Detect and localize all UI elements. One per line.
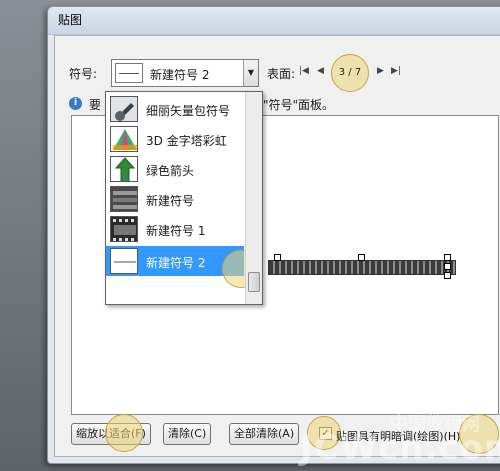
list-item-label: 新建符号 2 bbox=[146, 256, 206, 270]
fit-button-highlight bbox=[105, 414, 143, 452]
list-item-label: 新建符号 1 bbox=[146, 224, 206, 238]
green-arrow-icon bbox=[110, 156, 138, 182]
stripes-icon bbox=[110, 186, 138, 212]
last-page-icon[interactable]: ▶| bbox=[391, 66, 401, 76]
dialog-titlebar: 贴图 bbox=[48, 7, 500, 35]
next-page-icon[interactable]: ▶ bbox=[377, 66, 384, 76]
info-text-left: 要 bbox=[89, 98, 102, 112]
page-counter-highlight: 3 / 7 bbox=[331, 54, 369, 92]
list-item-label: 新建符号 bbox=[146, 194, 195, 208]
list-item[interactable]: 3D 金字塔彩虹 bbox=[106, 124, 244, 154]
watermark-latin: JCWcn.com bbox=[300, 428, 500, 468]
info-text-right: "符号"面板。 bbox=[263, 98, 335, 112]
symbol-selected-text: 新建符号 2 bbox=[150, 68, 210, 82]
list-item[interactable]: 新建符号 1 bbox=[106, 214, 244, 244]
selection-handle[interactable] bbox=[358, 254, 365, 261]
surface-label: 表面: bbox=[267, 67, 296, 81]
texture-dialog: 贴图 符号: 新建符号 2 ▼ 表面: |◀ ◀ 3 / 7 ▶ ▶| i 要 … bbox=[47, 6, 500, 464]
page-counter: 3 / 7 bbox=[338, 67, 362, 78]
texture-strip[interactable] bbox=[268, 260, 456, 275]
symbol-dropdown-list[interactable]: 细丽矢量包符号 3D 金字塔彩虹 绿色箭头 新建符号 新建符号 1 新建符号 2 bbox=[105, 91, 263, 305]
symbol-swatch bbox=[115, 63, 143, 83]
dropdown-scrollbar[interactable] bbox=[245, 92, 262, 304]
filmstrip-icon bbox=[110, 216, 138, 242]
list-item[interactable]: 新建符号 bbox=[106, 184, 244, 214]
prev-page-icon[interactable]: ◀ bbox=[317, 66, 324, 76]
selection-handle[interactable] bbox=[444, 272, 451, 279]
list-item-label: 细丽矢量包符号 bbox=[146, 104, 231, 118]
guitar-icon bbox=[110, 96, 138, 122]
line-icon bbox=[110, 248, 138, 274]
scrollbar-thumb[interactable] bbox=[248, 272, 260, 292]
dialog-title: 贴图 bbox=[58, 13, 83, 27]
list-item-label: 绿色箭头 bbox=[146, 164, 195, 178]
selection-handle[interactable] bbox=[444, 263, 451, 270]
symbol-combobox[interactable]: 新建符号 2 ▼ bbox=[111, 59, 259, 87]
dialog-body: 符号: 新建符号 2 ▼ 表面: |◀ ◀ 3 / 7 ▶ ▶| i 要 "符号… bbox=[54, 35, 500, 457]
list-item-label: 3D 金字塔彩虹 bbox=[146, 134, 227, 148]
chevron-down-icon[interactable]: ▼ bbox=[243, 60, 258, 86]
clear-button[interactable]: 清除(C) bbox=[163, 423, 212, 445]
list-item[interactable]: 细丽矢量包符号 bbox=[106, 94, 244, 124]
clear-all-button[interactable]: 全部清除(A) bbox=[229, 423, 300, 445]
list-item[interactable]: 绿色箭头 bbox=[106, 154, 244, 184]
info-icon: i bbox=[69, 97, 82, 110]
symbol-label: 符号: bbox=[69, 67, 98, 81]
first-page-icon[interactable]: |◀ bbox=[299, 66, 309, 76]
selection-handle[interactable] bbox=[274, 254, 281, 261]
selection-handle[interactable] bbox=[444, 254, 451, 261]
pyramid-icon bbox=[110, 126, 138, 152]
